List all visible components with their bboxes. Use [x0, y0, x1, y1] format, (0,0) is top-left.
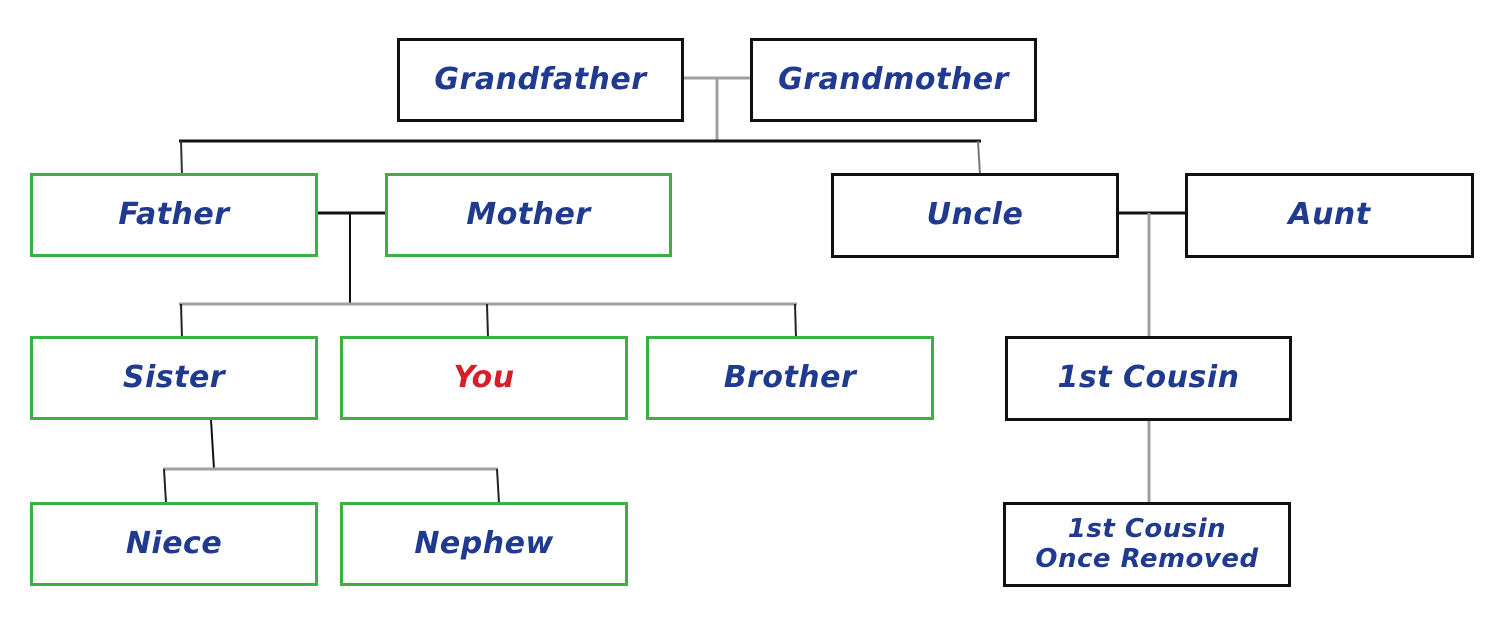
node-brother: Brother	[646, 336, 934, 420]
node-label: Brother	[723, 359, 857, 395]
connector-to-uncle	[977, 140, 981, 176]
node-label: Grandfather	[434, 61, 647, 97]
node-grandfather: Grandfather	[397, 38, 684, 122]
connector-sister-descent	[210, 419, 215, 470]
node-label-self: You	[453, 359, 515, 395]
node-label: Nephew	[414, 525, 554, 561]
node-label: Aunt	[1288, 197, 1371, 233]
node-label: Uncle	[926, 197, 1024, 233]
family-tree-diagram: Grandfather Grandmother Father Mother Un…	[0, 0, 1500, 634]
node-label-line1: 1st Cousin	[1067, 513, 1227, 544]
node-you: You	[340, 336, 628, 420]
node-sister: Sister	[30, 336, 318, 420]
connector-to-nephew	[496, 468, 500, 504]
node-first-cousin: 1st Cousin	[1005, 336, 1292, 421]
node-label: 1st Cousin	[1057, 360, 1240, 396]
connector-to-you	[486, 303, 489, 339]
node-label-line2: Once Removed	[1035, 543, 1259, 574]
node-niece: Niece	[30, 502, 318, 586]
node-father: Father	[30, 173, 318, 257]
node-label: Grandmother	[778, 61, 1009, 97]
node-label: Father	[118, 196, 230, 232]
node-grandmother: Grandmother	[750, 38, 1037, 122]
node-aunt: Aunt	[1185, 173, 1474, 258]
node-nephew: Nephew	[340, 502, 628, 586]
node-label: Sister	[122, 359, 226, 395]
connector-to-niece	[163, 468, 167, 504]
node-label: Niece	[125, 525, 223, 561]
connector-to-sister	[180, 303, 183, 339]
connector-to-brother	[794, 303, 797, 339]
node-uncle: Uncle	[831, 173, 1119, 258]
node-mother: Mother	[385, 173, 672, 257]
node-label: Mother	[466, 196, 591, 232]
connector-to-father	[180, 140, 183, 176]
node-first-cousin-once-removed: 1st Cousin Once Removed	[1003, 502, 1291, 587]
